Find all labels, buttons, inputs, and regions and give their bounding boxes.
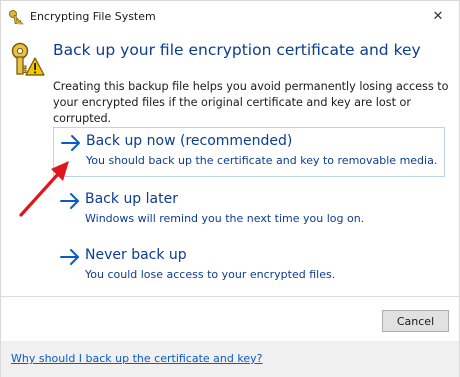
- option-back-up-later[interactable]: Back up later Windows will remind you th…: [53, 186, 445, 236]
- page-heading: Back up your file encryption certificate…: [53, 41, 421, 59]
- page-description: Creating this backup file helps you avoi…: [53, 80, 449, 125]
- key-warning-icon: [11, 41, 45, 77]
- option-title: Back up later: [85, 191, 178, 207]
- efs-key-icon: [8, 9, 24, 25]
- close-icon: ✕: [432, 8, 444, 24]
- close-button[interactable]: ✕: [417, 1, 459, 31]
- cancel-button[interactable]: Cancel: [382, 310, 449, 332]
- option-title: Never back up: [85, 247, 187, 263]
- option-subtitle: You could lose access to your encrypted …: [85, 268, 336, 281]
- annotation-red-arrow: [15, 151, 75, 221]
- help-link[interactable]: Why should I back up the certificate and…: [11, 352, 262, 365]
- title-bar: Encrypting File System ✕: [1, 1, 459, 34]
- footer-bar: Why should I back up the certificate and…: [1, 341, 459, 377]
- option-title: Back up now (recommended): [86, 133, 293, 149]
- divider: [1, 296, 459, 297]
- option-subtitle: You should back up the certificate and k…: [86, 154, 438, 167]
- option-back-up-now[interactable]: Back up now (recommended) You should bac…: [53, 127, 445, 177]
- right-arrow-icon: [59, 246, 81, 268]
- dialog-window: Encrypting File System ✕ Back up your fi…: [0, 0, 460, 377]
- option-subtitle: Windows will remind you the next time yo…: [85, 212, 365, 225]
- option-never-back-up[interactable]: Never back up You could lose access to y…: [53, 242, 445, 292]
- window-title: Encrypting File System: [30, 10, 156, 23]
